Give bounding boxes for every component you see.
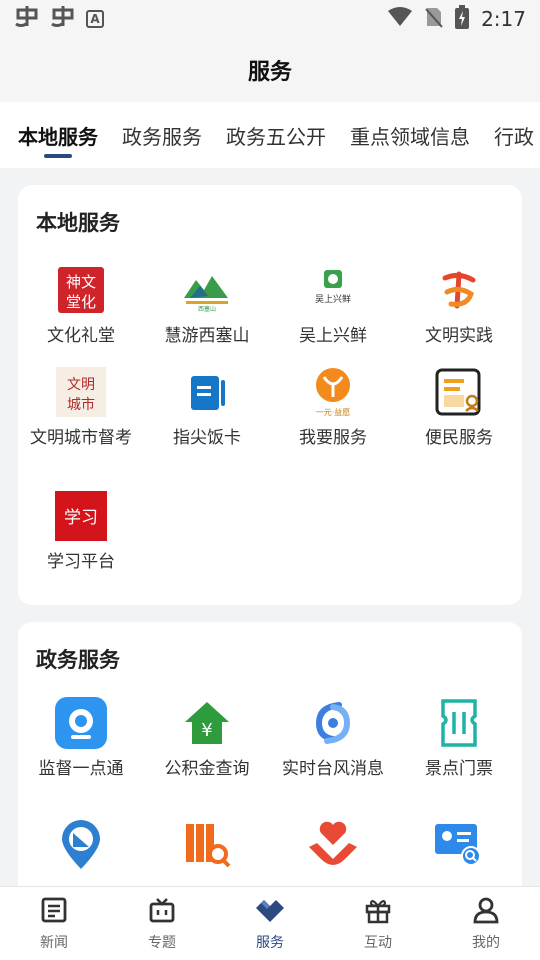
notification-icon: [14, 4, 40, 34]
nav-label: 我的: [472, 934, 500, 951]
service-supervision[interactable]: 监督一点通: [18, 696, 144, 780]
nav-profile[interactable]: 我的: [432, 887, 540, 960]
service-civilization-practice[interactable]: 文明实践: [396, 263, 522, 347]
gift-icon: [364, 896, 392, 928]
housing-fund-icon: ¥: [180, 696, 234, 750]
status-bar: A 2:17: [0, 0, 540, 38]
service-label: 我要服务: [299, 428, 367, 448]
service-label: 学习平台: [47, 552, 115, 572]
nav-topics[interactable]: 专题: [108, 887, 216, 960]
service-typhoon[interactable]: 实时台风消息: [270, 696, 396, 780]
typhoon-icon: [306, 696, 360, 750]
service-label: 慧游西塞山: [164, 326, 250, 346]
local-services-card: 本地服务 神文堂化 文化礼堂 西塞山 慧游西塞山 吴上兴鲜 吴上兴鲜 文明实践: [18, 185, 522, 605]
i-want-service-subtext: 一元·益愿: [316, 407, 351, 417]
service-label: 监督一点通: [38, 759, 124, 779]
page-title: 服务: [247, 60, 292, 85]
tv-icon: [148, 896, 176, 928]
heart-hands-icon: [306, 818, 360, 872]
svg-text:文明: 文明: [67, 377, 95, 393]
service-label: 实时台风消息: [282, 759, 384, 779]
service-i-want-service[interactable]: 一元·益愿 我要服务: [270, 365, 396, 449]
study-platform-icon: 学习: [54, 489, 108, 543]
service-wushang-xingxian[interactable]: 吴上兴鲜 吴上兴鲜: [270, 263, 396, 347]
tab-local-services[interactable]: 本地服务: [18, 102, 98, 168]
tab-gov-services[interactable]: 政务服务: [122, 102, 202, 168]
service-convenience[interactable]: 便民服务: [396, 365, 522, 449]
service-culture-hall[interactable]: 神文 堂化 文化礼堂: [18, 263, 144, 347]
svg-text:西塞山: 西塞山: [198, 305, 216, 312]
tab-admin[interactable]: 行政: [494, 102, 534, 168]
battery-icon: [455, 5, 470, 33]
svg-text:学习: 学习: [64, 508, 98, 528]
service-study-platform[interactable]: 学习 学习平台: [18, 489, 144, 573]
tab-gov-five-public[interactable]: 政务五公开: [226, 102, 326, 168]
service-tickets[interactable]: 景点门票: [396, 696, 522, 780]
service-label: 便民服务: [425, 428, 493, 448]
nav-label: 服务: [256, 934, 284, 951]
svg-text:¥: ¥: [201, 720, 212, 741]
supervision-camera-icon: [54, 696, 108, 750]
profile-icon: [472, 896, 500, 928]
no-sim-icon: [425, 6, 443, 32]
svg-text:吴上兴鲜: 吴上兴鲜: [315, 293, 351, 305]
notification-icon: [50, 4, 76, 34]
convenience-service-icon: [432, 365, 486, 419]
meal-card-icon: [180, 365, 234, 419]
status-time: 2:17: [481, 7, 526, 31]
service-label: 指尖饭卡: [173, 428, 241, 448]
tour-xisaishan-icon: 西塞山: [180, 263, 234, 317]
tab-bar: 本地服务 政务服务 政务五公开 重点领域信息 行政: [0, 102, 540, 168]
nav-label: 专题: [148, 934, 176, 951]
service-meal-card[interactable]: 指尖饭卡: [144, 365, 270, 449]
service-civilized-city[interactable]: 文明城市 文明城市督考: [18, 365, 144, 449]
svg-text:城市: 城市: [67, 396, 95, 413]
svg-text:神文: 神文: [66, 273, 96, 291]
id-card-search-icon: [432, 818, 486, 872]
section-title: 本地服务: [36, 211, 120, 235]
wifi-icon: [387, 7, 413, 31]
service-icon: [254, 896, 286, 928]
service-label: 公积金查询: [164, 759, 250, 779]
culture-hall-icon: 神文 堂化: [54, 263, 108, 317]
nav-label: 互动: [364, 934, 392, 951]
bottom-nav: 新闻 专题 服务 互动 我的: [0, 886, 540, 960]
content-area: 本地服务 神文堂化 文化礼堂 西塞山 慧游西塞山 吴上兴鲜 吴上兴鲜 文明实践: [0, 168, 540, 886]
tab-key-areas[interactable]: 重点领域信息: [350, 102, 470, 168]
svg-text:堂化: 堂化: [66, 293, 96, 311]
nav-interact[interactable]: 互动: [324, 887, 432, 960]
ticket-icon: [432, 696, 486, 750]
section-title: 政务服务: [36, 648, 120, 672]
service-label: 文明实践: [425, 326, 493, 346]
page-header: 服务: [0, 38, 540, 102]
a-box-icon: A: [86, 10, 104, 28]
service-label: 吴上兴鲜: [299, 326, 367, 346]
archive-search-icon: [180, 818, 234, 872]
wushang-xingxian-icon: 吴上兴鲜: [306, 263, 360, 317]
nav-label: 新闻: [40, 934, 68, 951]
nav-service[interactable]: 服务: [216, 887, 324, 960]
service-tour-xisaishan[interactable]: 西塞山 慧游西塞山: [144, 263, 270, 347]
map-pin-icon: [54, 818, 108, 872]
civilization-practice-icon: [432, 263, 486, 317]
service-id-search[interactable]: [396, 818, 522, 872]
gov-services-card: 政务服务 监督一点通 ¥ 公积金查询 实时台风消息 景点门票: [18, 622, 522, 886]
news-icon: [40, 896, 68, 928]
service-label: 文化礼堂: [47, 326, 115, 346]
i-want-service-icon: 一元·益愿: [306, 365, 360, 419]
service-label: 文明城市督考: [30, 428, 132, 448]
service-label: 景点门票: [425, 759, 493, 779]
service-map[interactable]: [18, 818, 144, 872]
service-housing-fund[interactable]: ¥ 公积金查询: [144, 696, 270, 780]
civilized-city-icon: 文明 城市: [54, 365, 108, 419]
service-archive-search[interactable]: [144, 818, 270, 872]
service-heart-hands[interactable]: [270, 818, 396, 872]
nav-news[interactable]: 新闻: [0, 887, 108, 960]
